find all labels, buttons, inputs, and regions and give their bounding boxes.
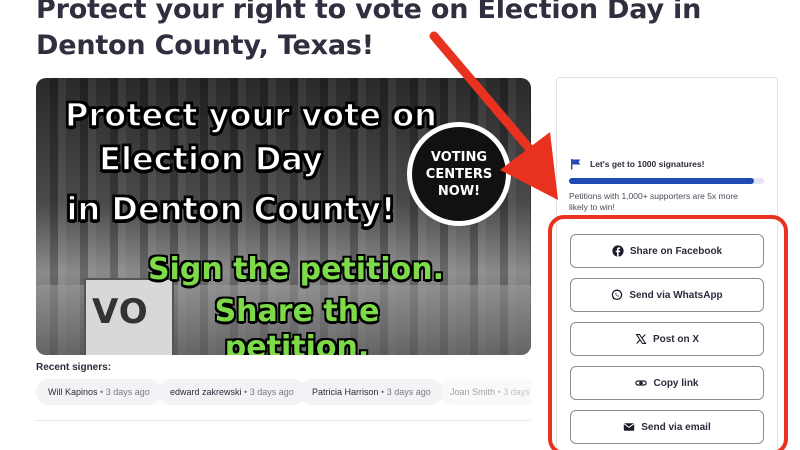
share-email-button[interactable]: Send via email (570, 410, 764, 444)
signer-chip: edward zakrewski • 3 days ago (158, 379, 306, 405)
signer-time: 3 days ago (105, 387, 150, 397)
hero-cta-share: Share the petition. (214, 294, 380, 355)
signer-chip: Will Kapinos • 3 days ago (36, 379, 162, 405)
share-x-label: Post on X (652, 333, 700, 345)
hero-headline-line-3: in Denton County! (66, 189, 396, 229)
copy-link-button[interactable]: Copy link (570, 366, 764, 400)
signature-goal-note: Petitions with 1,000+ supporters are 5x … (569, 191, 738, 212)
x-icon (635, 333, 647, 345)
signature-progress-fill (569, 178, 755, 184)
recent-signers-label: Recent signers: (36, 362, 112, 373)
voting-centers-badge: VOTING CENTERS NOW! (407, 122, 511, 226)
hero-headline-line-1: Protect your vote on (64, 95, 437, 135)
signer-name: Will Kapinos (48, 387, 98, 397)
share-facebook-label: Share on Facebook (629, 245, 723, 257)
page-title: Protect your right to vote on Election D… (36, 0, 702, 61)
signer-time: 3 days ago (386, 387, 431, 397)
link-icon (635, 380, 648, 386)
section-divider (36, 420, 531, 421)
signer-time: 3 days ago (249, 387, 294, 397)
hero-sign-text: VO (92, 292, 149, 332)
signer-name: Joan Smith (450, 387, 496, 397)
petition-hero-image: VO Protect your vote on Election Day in … (36, 78, 531, 355)
flag-icon (571, 159, 581, 170)
share-whatsapp-label: Send via WhatsApp (629, 289, 723, 301)
hero-cta-sign: Sign the petition. (147, 252, 445, 287)
voting-centers-badge-text: VOTING CENTERS NOW! (425, 149, 493, 199)
signer-time: 3 days ago (503, 387, 531, 397)
recent-signers-list: Will Kapinos • 3 days ago edward zakrews… (36, 379, 531, 405)
signature-goal: Let's get to 1000 signatures! (570, 158, 704, 170)
signer-name: edward zakrewski (170, 387, 242, 397)
share-x-button[interactable]: Post on X (570, 322, 764, 356)
share-email-label: Send via email (641, 421, 711, 433)
signature-goal-text: Let's get to 1000 signatures! (590, 159, 705, 169)
share-facebook-button[interactable]: Share on Facebook (570, 234, 764, 268)
hero-headline-line-2: Election Day (98, 139, 323, 179)
signer-chip: Patricia Harrison • 3 days ago (300, 379, 443, 405)
signer-name: Patricia Harrison (312, 387, 379, 397)
mail-icon (624, 423, 635, 431)
facebook-icon (612, 245, 624, 257)
share-whatsapp-button[interactable]: Send via WhatsApp (570, 278, 764, 312)
signature-progress-bar (569, 178, 764, 184)
signer-chip: Joan Smith • 3 days ago (438, 379, 531, 405)
copy-link-label: Copy link (653, 377, 699, 389)
whatsapp-icon (612, 289, 623, 301)
